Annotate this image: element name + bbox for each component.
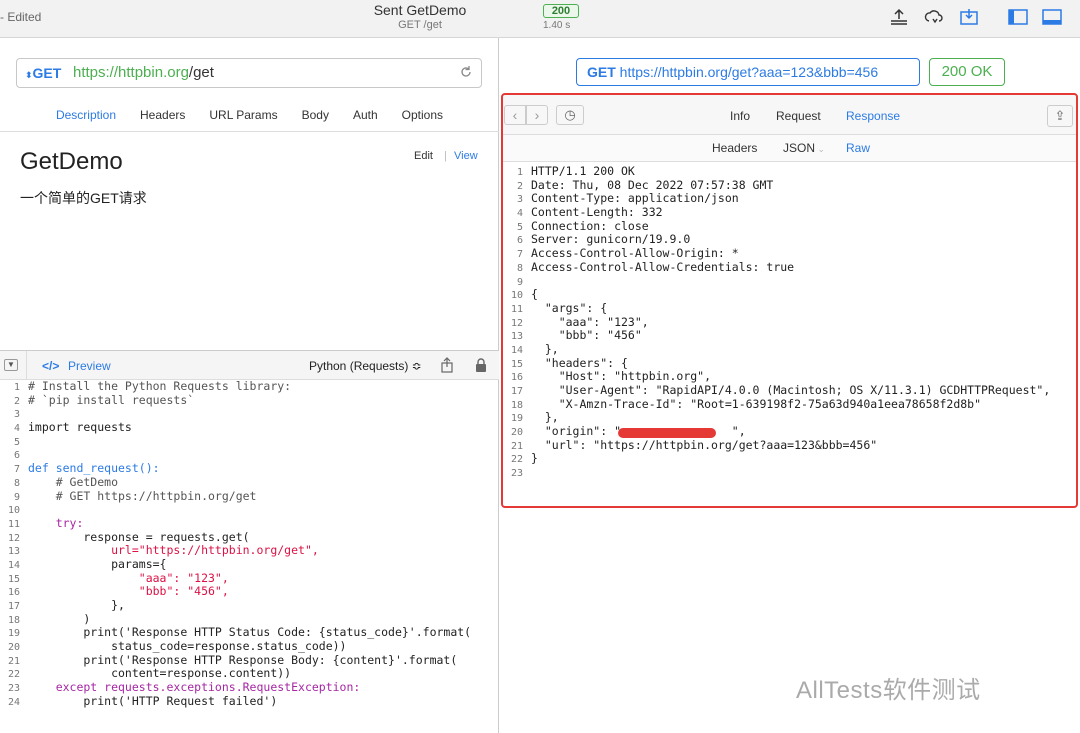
code-editor[interactable]: 1 # Install the Python Requests library: …: [0, 380, 499, 733]
sidebar-toggle-icon[interactable]: [1007, 6, 1029, 28]
watermark: AllTests软件测试: [796, 677, 981, 704]
code-line: 23 except requests.exceptions.RequestExc…: [7, 680, 361, 695]
tab-auth[interactable]: Auth: [341, 100, 390, 131]
divider: [26, 351, 27, 379]
code-line: 16 "bbb": "456",: [7, 584, 229, 599]
request-pane: ⬍GET https://httpbin.org/get Description…: [0, 38, 499, 733]
status-badge: 200: [543, 4, 579, 18]
code-line: 4 import requests: [13, 420, 132, 435]
elapsed-time: 1.40 s: [543, 20, 571, 31]
code-line: 17 },: [7, 598, 125, 612]
bottom-panel-toggle-icon[interactable]: [1041, 6, 1063, 28]
code-generator-bar: ▼ </> Preview Python (Requests) ≎: [0, 350, 499, 380]
tab-description[interactable]: Description: [44, 100, 128, 131]
request-description: 一个简单的GET请求: [20, 190, 147, 206]
window-title: Sent GetDemo: [373, 2, 467, 18]
code-line: 7 def send_request():: [13, 461, 160, 476]
code-line: 2 # `pip install requests`: [13, 392, 195, 407]
link-separator: |: [444, 150, 447, 162]
preview-tab[interactable]: Preview: [68, 359, 111, 373]
code-line: 12 response = requests.get(: [7, 529, 250, 544]
edited-indicator: - Edited: [0, 10, 42, 24]
code-line: 15 "aaa": "123",: [7, 570, 229, 585]
url-bar[interactable]: ⬍GET https://httpbin.org/get: [16, 58, 482, 88]
highlight-box: [501, 93, 1078, 508]
title-bar: [0, 0, 1080, 38]
request-name: GetDemo: [20, 148, 123, 175]
code-line: 14 params={: [7, 556, 167, 571]
tab-url-params[interactable]: URL Params: [197, 100, 289, 131]
request-tabs: Description Headers URL Params Body Auth…: [0, 100, 499, 132]
code-line: 19 print('Response HTTP Status Code: {st…: [7, 625, 472, 640]
reload-icon[interactable]: [459, 65, 473, 84]
cloud-sync-icon[interactable]: [923, 6, 945, 28]
tab-headers[interactable]: Headers: [128, 100, 197, 131]
code-line: 11 try:: [7, 515, 84, 530]
language-selector[interactable]: Python (Requests) ≎: [309, 359, 422, 373]
collapse-icon[interactable]: ▼: [4, 359, 18, 371]
url-input[interactable]: https://httpbin.org/get: [73, 64, 214, 81]
code-line: 1 # Install the Python Requests library:: [13, 380, 292, 393]
response-url[interactable]: GET https://httpbin.org/get?aaa=123&bbb=…: [576, 58, 920, 86]
tab-options[interactable]: Options: [390, 100, 455, 131]
view-link[interactable]: View: [454, 150, 478, 162]
code-line: 5: [13, 436, 20, 448]
code-line: 24 print('HTTP Request failed'): [7, 693, 278, 708]
code-line: 22 content=response.content)): [7, 666, 292, 681]
method-selector[interactable]: ⬍GET: [25, 65, 61, 81]
import-icon[interactable]: [888, 6, 910, 28]
code-line: 6: [13, 450, 20, 462]
code-icon: </>: [42, 359, 60, 373]
code-line: 9 # GET https://httpbin.org/get: [13, 488, 257, 503]
code-line: 18 ): [7, 611, 91, 626]
code-line: 13 url="https://httpbin.org/get",: [7, 543, 319, 558]
download-box-icon[interactable]: [958, 6, 980, 28]
code-line: 21 print('Response HTTP Response Body: {…: [7, 652, 458, 667]
window-subtitle: GET /get: [398, 19, 442, 31]
tab-body[interactable]: Body: [290, 100, 341, 131]
lock-icon[interactable]: [474, 357, 488, 378]
code-line: 10: [7, 505, 20, 517]
code-line: 3: [13, 409, 20, 421]
share-icon[interactable]: [440, 357, 454, 378]
code-line: 20 status_code=response.status_code)): [7, 639, 347, 654]
edit-link[interactable]: Edit: [414, 150, 433, 162]
response-status: 200 OK: [929, 58, 1005, 86]
code-line: 8 # GetDemo: [13, 474, 119, 489]
